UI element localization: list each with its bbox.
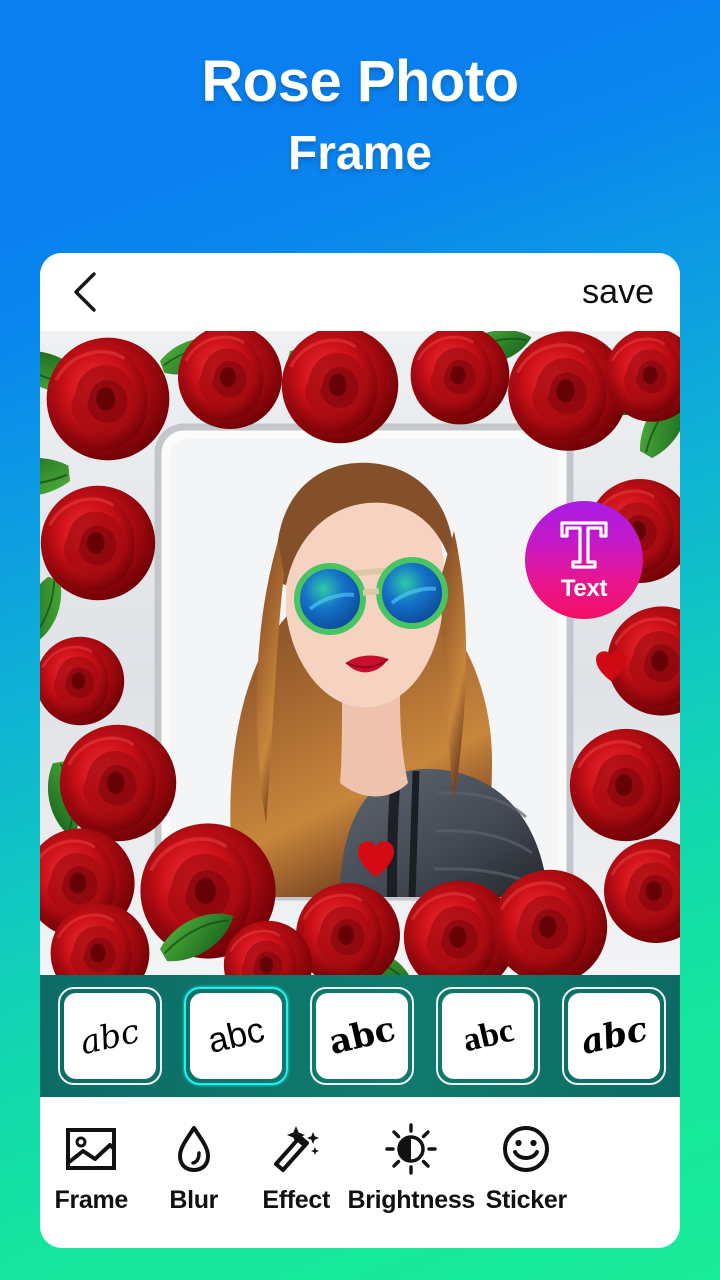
editor-top-bar: save [40,253,680,331]
font-option-1[interactable]: abc [184,987,288,1085]
effect-icon-wrap [270,1121,322,1177]
text-t-icon [560,521,608,569]
droplet-icon [177,1126,210,1172]
tool-effect-label: Effect [262,1186,331,1214]
font-picker-strip[interactable]: abc abc abc abc abc [40,975,680,1097]
font-option-1-inner: abc [190,993,282,1079]
photo-image [40,331,680,975]
font-option-0[interactable]: abc [58,987,162,1085]
sticker-icon-wrap [501,1121,551,1177]
brightness-icon-wrap [385,1121,437,1177]
brightness-sun-icon [385,1123,437,1175]
save-button[interactable]: save [582,273,654,312]
blur-icon-wrap [174,1121,214,1177]
tool-blur-label: Blur [169,1186,219,1214]
editor-card-clip: save abc abc abc abc abc Frame Blur Effe… [40,253,680,1248]
app-root: Rose Photo Frame save abc abc abc abc ab… [0,0,720,1280]
photo-canvas[interactable] [40,331,680,975]
frame-icon-wrap [65,1121,117,1177]
magic-wand-icon [274,1126,320,1172]
tool-frame-label: Frame [54,1186,129,1214]
font-option-0-inner: abc [64,993,156,1079]
app-title-line2: Frame [287,126,433,180]
font-option-2-inner: abc [316,993,408,1079]
tool-effect[interactable]: Effect [245,1121,347,1215]
app-title: Rose Photo Frame [0,49,720,180]
tool-frame[interactable]: Frame [40,1121,142,1215]
editor-card: save abc abc abc abc abc Frame Blur Effe… [40,253,680,1248]
back-button[interactable] [62,269,108,315]
tool-blur[interactable]: Blur [142,1121,244,1215]
tool-text[interactable]: Text [525,501,643,619]
font-option-3-sample: abc [458,1011,517,1060]
editor-toolbar: Frame Blur Effect Brightness Sticker [40,1097,680,1248]
font-option-2[interactable]: abc [310,987,414,1085]
font-option-1-sample: abc [204,1010,268,1061]
chevron-left-icon [74,272,96,312]
tool-brightness-label: Brightness [347,1186,476,1214]
font-option-4[interactable]: abc [562,987,666,1085]
font-option-2-sample: abc [325,1009,399,1063]
font-option-0-sample: abc [76,1010,144,1062]
smiley-icon [503,1126,550,1172]
font-option-4-inner: abc [568,993,660,1079]
tool-sticker[interactable]: Sticker [475,1121,577,1215]
font-option-4-sample: abc [577,1009,651,1063]
font-option-3-inner: abc [442,993,534,1079]
tool-brightness[interactable]: Brightness [347,1121,475,1215]
app-title-line1: Rose Photo [201,49,519,114]
font-option-3[interactable]: abc [436,987,540,1085]
tool-sticker-label: Sticker [485,1186,568,1214]
image-icon [66,1128,117,1170]
tool-text-label: Text [560,575,608,602]
